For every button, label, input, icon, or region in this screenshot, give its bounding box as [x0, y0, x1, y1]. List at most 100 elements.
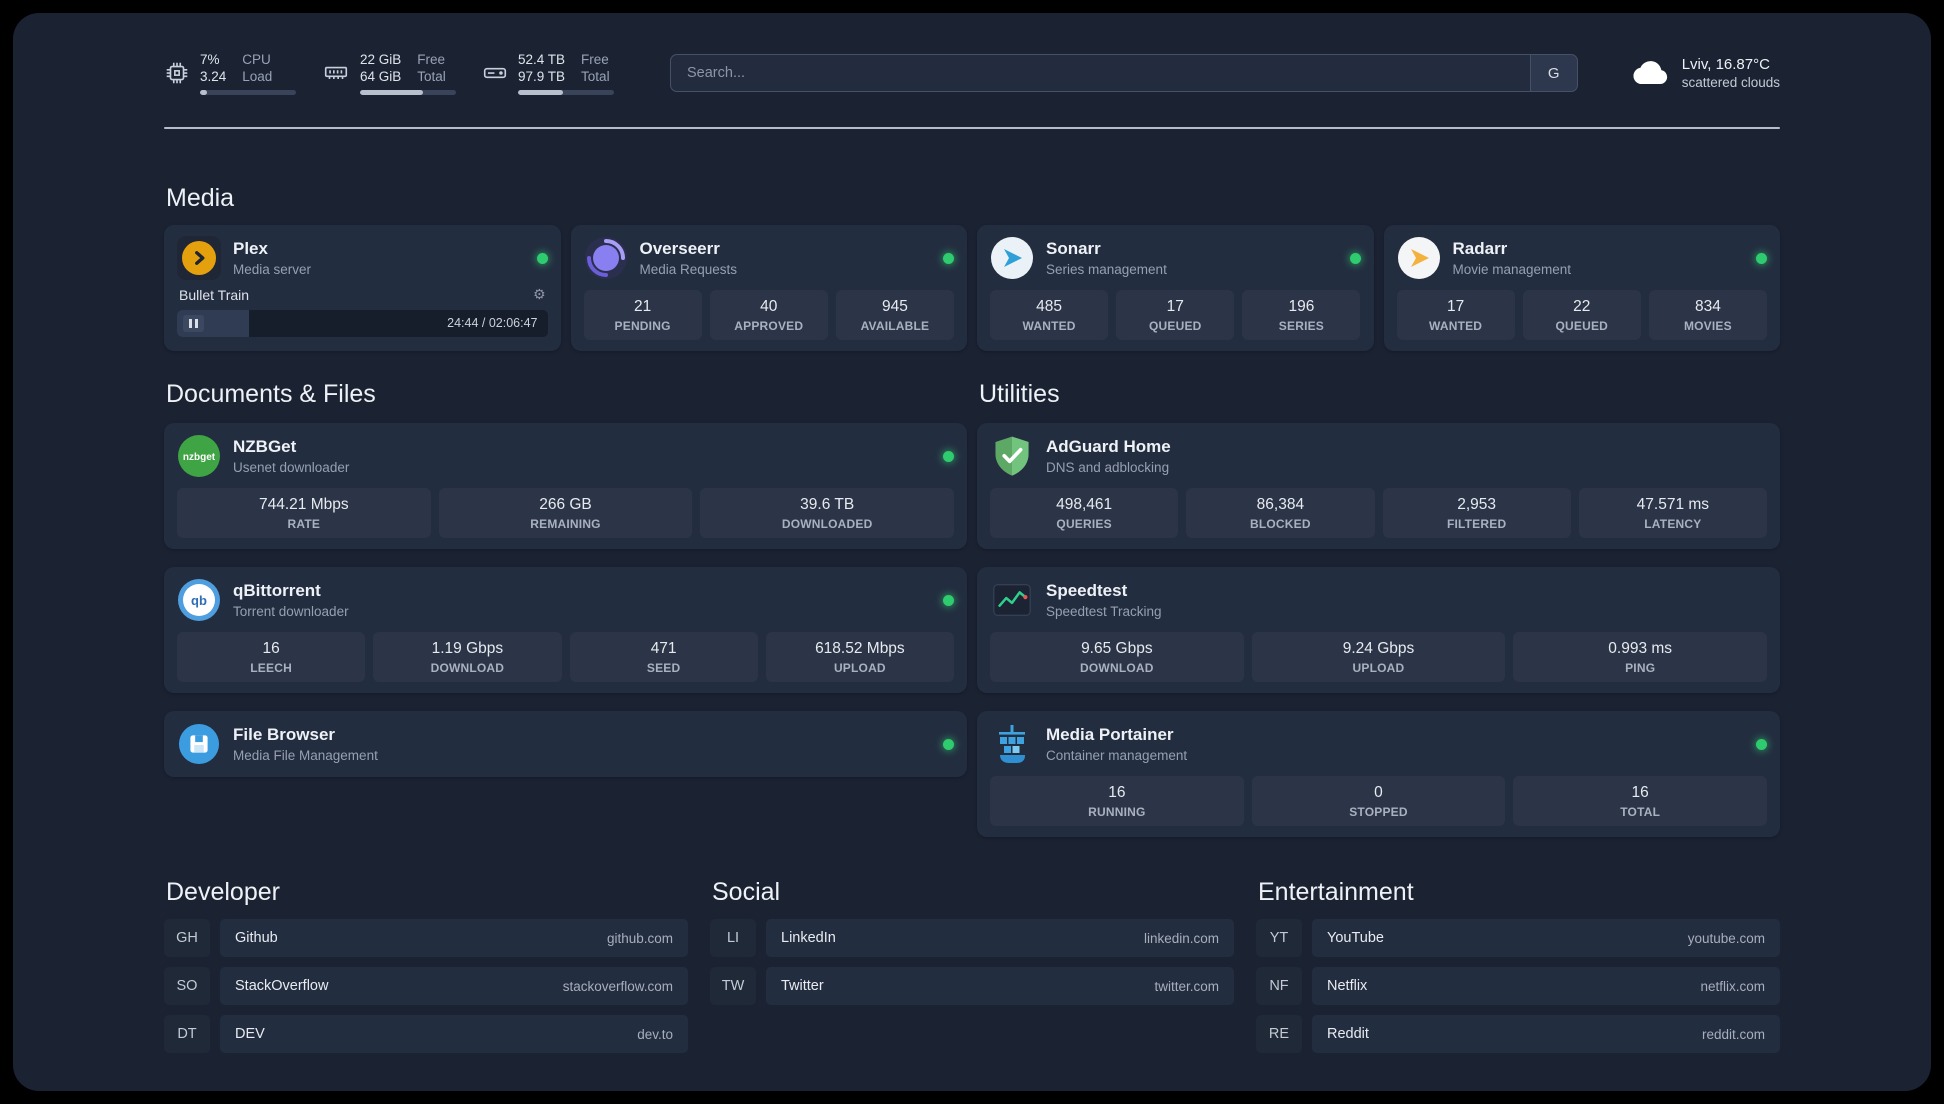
search-input[interactable] [670, 54, 1530, 92]
svg-text:qb: qb [191, 593, 207, 608]
memory-total-label: Total [417, 69, 446, 84]
filebrowser-icon [177, 722, 221, 766]
bookmark-row: RE Reddit reddit.com [1256, 1015, 1780, 1053]
filebrowser-card[interactable]: File Browser Media File Management [164, 711, 967, 777]
bookmark-abbr: GH [164, 919, 210, 957]
service-name: Plex [233, 239, 268, 258]
memory-free-label: Free [417, 52, 446, 67]
stat-rate: 744.21 Mbps RATE [177, 488, 431, 538]
disk-free-label: Free [581, 52, 609, 67]
entertainment-column: Entertainment YT YouTube youtube.com NF … [1256, 877, 1780, 1063]
portainer-icon [990, 722, 1034, 766]
documents-column: Documents & Files nzbget NZBGet Usenet d [164, 379, 967, 777]
overseerr-card[interactable]: Overseerr Media Requests 21 PENDING 40 APP… [570, 225, 967, 351]
search-engine-button[interactable]: G [1529, 54, 1578, 92]
sonarr-card[interactable]: Sonarr Series management 485 WANTED 17 QUE… [977, 225, 1374, 351]
stat-series: 196 SERIES [1242, 290, 1361, 340]
media-grid: Plex Media server Bullet Train ⚙ 24:44 /… [164, 225, 1780, 351]
qbittorrent-card[interactable]: qb qBittorrent Torrent downloader 16 LEEC… [164, 567, 967, 693]
topbar-divider [164, 127, 1780, 129]
memory-progress-bar [360, 90, 456, 95]
bookmark-link-netflix[interactable]: Netflix netflix.com [1312, 967, 1780, 1005]
cpu-usage-value: 7% [200, 52, 220, 67]
bookmark-row: NF Netflix netflix.com [1256, 967, 1780, 1005]
cpu-label: CPU [242, 52, 271, 67]
portainer-card[interactable]: Media Portainer Container management 16 R… [977, 711, 1780, 837]
status-dot [1349, 252, 1361, 264]
service-subtitle: Series management [1046, 262, 1167, 277]
stat-queries: 498,461 QUERIES [990, 488, 1179, 538]
overseerr-icon [584, 236, 628, 280]
stat-available: 945 AVAILABLE [835, 290, 954, 340]
weather-widget[interactable]: Lviv, 16.87°C scattered clouds [1630, 55, 1780, 92]
speedtest-card[interactable]: Speedtest Speedtest Tracking 9.65 Gbps DO… [977, 567, 1780, 693]
bookmark-link-github[interactable]: Github github.com [220, 919, 688, 957]
section-title-developer: Developer [166, 878, 280, 906]
speedtest-icon [990, 578, 1034, 622]
status-dot [943, 594, 954, 606]
bookmark-link-twitter[interactable]: Twitter twitter.com [766, 967, 1234, 1005]
disk-icon [483, 67, 507, 79]
service-subtitle: Movie management [1452, 262, 1572, 277]
pause-icon[interactable] [183, 315, 204, 332]
status-dot [943, 252, 954, 264]
cpu-progress-bar [200, 90, 296, 95]
service-subtitle: Container management [1046, 748, 1188, 763]
gear-icon[interactable]: ⚙ [533, 288, 546, 302]
social-column: Social LI LinkedIn linkedin.com TW Twitt… [710, 877, 1234, 1015]
stat-seed: 471 SEED [569, 632, 758, 682]
section-title-entertainment: Entertainment [1258, 878, 1414, 906]
bookmark-link-linkedin[interactable]: LinkedIn linkedin.com [766, 919, 1234, 957]
dashboard: 7% 3.24 CPU Load 22 GiB 64 GiB Free Tota… [13, 13, 1931, 1091]
radarr-icon [1397, 236, 1441, 280]
nzbget-card[interactable]: nzbget NZBGet Usenet downloader 744.21 M… [164, 423, 967, 549]
stat-leech: 16 LEECH [177, 632, 366, 682]
service-subtitle: Usenet downloader [233, 460, 350, 475]
stat-download: 9.65 Gbps DOWNLOAD [990, 632, 1244, 682]
stat-movies: 834 MOVIES [1648, 290, 1767, 340]
cpu-metric: 7% 3.24 CPU Load [164, 51, 296, 95]
bookmark-row: GH Github github.com [164, 919, 688, 957]
bookmark-row: TW Twitter twitter.com [710, 967, 1234, 1005]
nzbget-icon: nzbget [177, 434, 221, 478]
bookmark-link-youtube[interactable]: YouTube youtube.com [1312, 919, 1780, 957]
sonarr-icon [990, 236, 1034, 280]
service-name: Speedtest [1046, 581, 1128, 600]
memory-icon [324, 66, 348, 79]
stat-upload: 618.52 Mbps UPLOAD [765, 632, 954, 682]
status-dot [943, 450, 954, 462]
memory-total-value: 64 GiB [360, 69, 402, 84]
svg-text:nzbget: nzbget [183, 452, 216, 463]
service-subtitle: Speedtest Tracking [1046, 604, 1162, 619]
service-name: Media Portainer [1046, 725, 1174, 744]
service-subtitle: DNS and adblocking [1046, 460, 1170, 475]
bookmark-row: LI LinkedIn linkedin.com [710, 919, 1234, 957]
section-title-media: Media [166, 184, 235, 212]
stat-downloaded: 39.6 TB DOWNLOADED [700, 488, 954, 538]
bookmark-link-stackoverflow[interactable]: StackOverflow stackoverflow.com [220, 967, 688, 1005]
bookmark-abbr: NF [1256, 967, 1302, 1005]
adguard-card[interactable]: AdGuard Home DNS and adblocking 498,461 Q… [977, 423, 1780, 549]
bookmark-abbr: LI [710, 919, 756, 957]
search-bar: G [670, 54, 1578, 92]
bookmark-link-reddit[interactable]: Reddit reddit.com [1312, 1015, 1780, 1053]
section-title-utilities: Utilities [979, 380, 1060, 408]
disk-metric: 52.4 TB 97.9 TB Free Total [482, 51, 614, 95]
plex-card[interactable]: Plex Media server Bullet Train ⚙ 24:44 /… [164, 225, 561, 351]
cloud-icon [1633, 61, 1667, 85]
service-subtitle: Media Requests [639, 262, 738, 277]
stat-total: 16 TOTAL [1513, 776, 1767, 826]
bookmark-abbr: TW [710, 967, 756, 1005]
playback-progress-bar[interactable]: 24:44 / 02:06:47 [177, 310, 548, 337]
disk-free-value: 52.4 TB [518, 52, 566, 67]
stat-filtered: 2,953 FILTERED [1382, 488, 1571, 538]
stat-stopped: 0 STOPPED [1251, 776, 1506, 826]
weather-location: Lviv, 16.87°C [1681, 55, 1770, 73]
bookmark-link-dev[interactable]: DEV dev.to [220, 1015, 688, 1053]
service-name: AdGuard Home [1046, 437, 1171, 456]
memory-free-value: 22 GiB [360, 52, 402, 67]
plex-icon [177, 236, 221, 280]
cpu-icon [166, 62, 188, 84]
radarr-card[interactable]: Radarr Movie management 17 WANTED 22 QUEUE… [1383, 225, 1780, 351]
cpu-load-label: Load [242, 69, 273, 84]
